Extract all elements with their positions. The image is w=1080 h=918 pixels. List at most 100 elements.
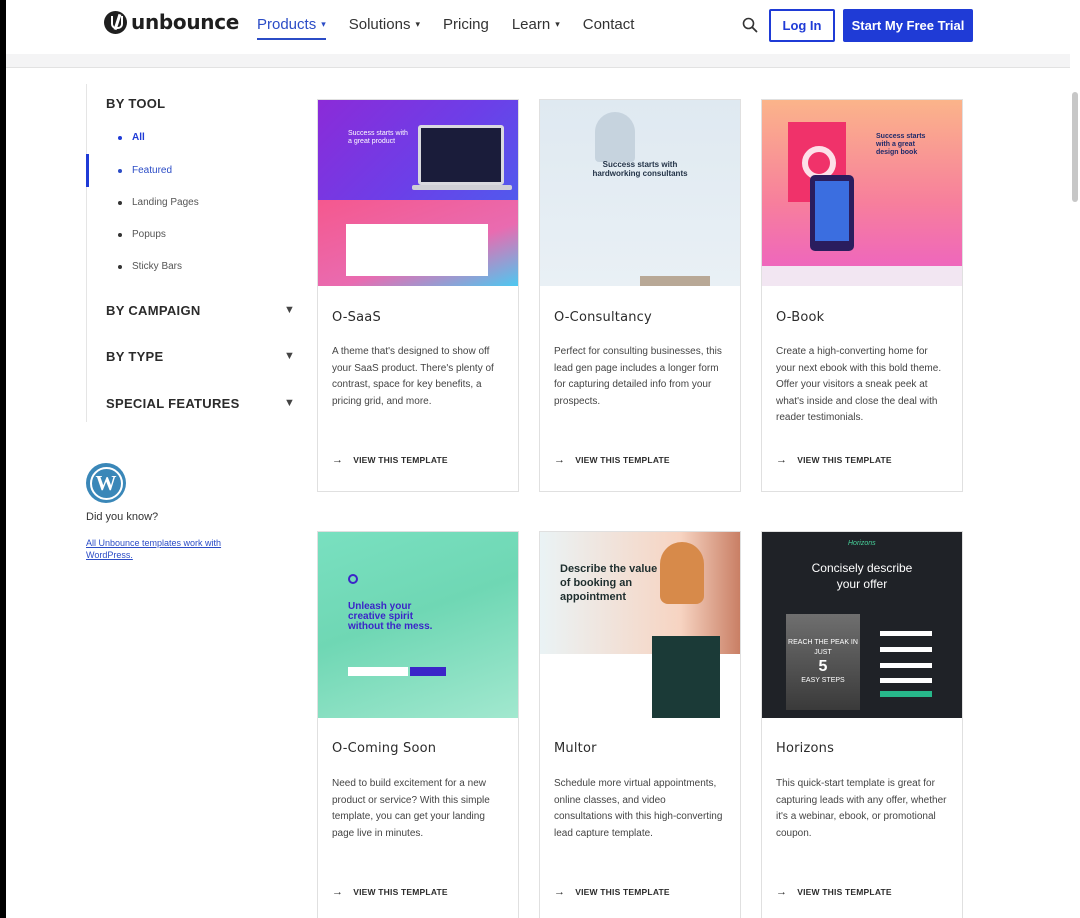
- template-description: Create a high-converting home for your n…: [776, 346, 942, 424]
- thumbnail-brand: Horizons: [848, 540, 876, 547]
- view-template-link[interactable]: → VIEW THIS TEMPLATE: [332, 454, 448, 466]
- thumbnail-headline: Describe the value of booking an appoint…: [560, 563, 658, 603]
- thumbnail-headline: Unleash your creative spirit without the…: [348, 601, 433, 632]
- filter-sidebar: BY TOOL All Featured Landing Pages Popup…: [86, 84, 300, 422]
- view-template-label: VIEW THIS TEMPLATE: [575, 887, 670, 897]
- chevron-down-icon: ▼: [284, 304, 296, 316]
- arrow-right-icon: →: [776, 454, 788, 466]
- template-title: Multor: [554, 741, 597, 756]
- view-template-label: VIEW THIS TEMPLATE: [797, 455, 892, 465]
- bullet-icon: [118, 200, 122, 205]
- view-template-link[interactable]: → VIEW THIS TEMPLATE: [332, 886, 448, 898]
- template-card-o-coming-soon[interactable]: Unleash your creative spirit without the…: [317, 531, 519, 918]
- template-thumbnail[interactable]: Horizons Concisely describe your offer R…: [762, 532, 962, 718]
- laptop-graphic: [418, 125, 504, 185]
- view-template-label: VIEW THIS TEMPLATE: [353, 887, 448, 897]
- chevron-down-icon: ▾: [555, 19, 560, 29]
- view-template-label: VIEW THIS TEMPLATE: [797, 887, 892, 897]
- login-button[interactable]: Log In: [769, 9, 835, 42]
- filter-heading-by-type[interactable]: BY TYPE ▼: [106, 349, 295, 364]
- nav-solutions-label: Solutions: [348, 16, 411, 33]
- template-thumbnail[interactable]: Success starts with a great design book: [762, 100, 962, 286]
- template-card-o-saas[interactable]: Success starts with a great product O-Sa…: [317, 99, 519, 492]
- template-thumbnail[interactable]: Unleash your creative spirit without the…: [318, 532, 518, 718]
- start-free-trial-button[interactable]: Start My Free Trial: [843, 9, 973, 42]
- thumbnail-headline: Success starts with a great design book: [876, 133, 926, 156]
- filter-item-featured[interactable]: Featured: [118, 165, 172, 176]
- filter-item-landing-pages[interactable]: Landing Pages: [118, 197, 199, 208]
- filter-item-popups[interactable]: Popups: [118, 229, 166, 240]
- filter-heading-label: BY TYPE: [106, 349, 164, 364]
- thumbnail-poster: REACH THE PEAK IN JUST 5 EASY STEPS: [786, 614, 860, 710]
- template-title: Horizons: [776, 741, 835, 756]
- template-description: Perfect for consulting businesses, this …: [554, 346, 722, 407]
- site-header: unbounce Products ▾ Solutions ▾ Pricing …: [6, 0, 1070, 54]
- template-thumbnail[interactable]: Describe the value of booking an appoint…: [540, 532, 740, 718]
- nav-contact[interactable]: Contact: [583, 16, 635, 36]
- arrow-right-icon: →: [332, 886, 344, 898]
- nav-products-label: Products: [257, 16, 317, 33]
- template-card-horizons[interactable]: Horizons Concisely describe your offer R…: [761, 531, 963, 918]
- nav-products[interactable]: Products ▾: [257, 16, 326, 40]
- template-description: Need to build excitement for a new produ…: [332, 778, 490, 839]
- template-card-multor[interactable]: Describe the value of booking an appoint…: [539, 531, 741, 918]
- filter-item-label: All: [132, 132, 145, 143]
- search-icon: [742, 17, 758, 33]
- arrow-right-icon: →: [554, 454, 566, 466]
- nav-pricing-label: Pricing: [442, 16, 489, 33]
- active-filter-marker: [86, 154, 89, 187]
- nav-solutions[interactable]: Solutions ▾: [349, 16, 420, 36]
- bullet-icon: [118, 264, 122, 269]
- main-nav: Products ▾ Solutions ▾ Pricing Learn ▾ C…: [257, 16, 657, 40]
- filter-heading-by-campaign[interactable]: BY CAMPAIGN ▼: [106, 303, 295, 318]
- template-card-o-consultancy[interactable]: Success starts with hardworking consulta…: [539, 99, 741, 492]
- filter-heading-special-features[interactable]: SPECIAL FEATURES ▼: [106, 396, 295, 411]
- thumbnail-headline: Success starts with hardworking consulta…: [592, 160, 688, 178]
- arrow-right-icon: →: [332, 454, 344, 466]
- thumbnail-headline: Success starts with a great product: [348, 130, 408, 145]
- scrollbar-thumb[interactable]: [1072, 92, 1078, 202]
- filter-item-label: Sticky Bars: [132, 261, 183, 272]
- filter-heading-label: SPECIAL FEATURES: [106, 396, 240, 411]
- filter-item-label: Popups: [132, 229, 166, 240]
- view-template-link[interactable]: → VIEW THIS TEMPLATE: [776, 454, 892, 466]
- template-thumbnail[interactable]: Success starts with a great product: [318, 100, 518, 286]
- template-title: O-Book: [776, 310, 825, 325]
- view-template-link[interactable]: → VIEW THIS TEMPLATE: [554, 454, 670, 466]
- bullet-icon: [118, 135, 122, 140]
- arrow-right-icon: →: [554, 886, 566, 898]
- chevron-down-icon: ▾: [321, 19, 326, 29]
- template-description: Schedule more virtual appointments, onli…: [554, 778, 723, 839]
- page-scrollbar[interactable]: [1070, 0, 1080, 918]
- filter-heading-label: BY CAMPAIGN: [106, 303, 201, 318]
- template-description: This quick-start template is great for c…: [776, 778, 947, 839]
- nav-learn[interactable]: Learn ▾: [512, 16, 560, 36]
- logo-text: unbounce: [131, 10, 240, 34]
- unbounce-logo[interactable]: unbounce: [104, 10, 239, 34]
- bullet-icon: [118, 168, 122, 173]
- nav-learn-label: Learn: [511, 16, 551, 33]
- nav-pricing[interactable]: Pricing: [443, 16, 489, 36]
- filter-item-label: Featured: [132, 165, 173, 176]
- unbounce-logo-icon: [104, 10, 127, 34]
- view-template-link[interactable]: → VIEW THIS TEMPLATE: [554, 886, 670, 898]
- template-thumbnail[interactable]: Success starts with hardworking consulta…: [540, 100, 740, 286]
- search-button[interactable]: [741, 16, 759, 34]
- thumbnail-headline: Concisely describe your offer: [811, 561, 913, 591]
- template-card-o-book[interactable]: Success starts with a great design book …: [761, 99, 963, 492]
- filter-heading-by-tool: BY TOOL: [106, 96, 166, 111]
- template-title: O-SaaS: [332, 310, 381, 325]
- chevron-down-icon: ▾: [415, 19, 420, 29]
- view-template-label: VIEW THIS TEMPLATE: [575, 455, 670, 465]
- chevron-down-icon: ▼: [284, 397, 296, 409]
- chevron-down-icon: ▼: [284, 350, 296, 362]
- view-template-link[interactable]: → VIEW THIS TEMPLATE: [776, 886, 892, 898]
- filter-item-all[interactable]: All: [118, 132, 145, 143]
- template-title: O-Consultancy: [554, 310, 652, 325]
- wordpress-link[interactable]: All Unbounce templates work with WordPre…: [86, 537, 256, 561]
- wordpress-logo-icon: W: [86, 463, 126, 503]
- filter-item-sticky-bars[interactable]: Sticky Bars: [118, 261, 182, 272]
- filter-item-label: Landing Pages: [132, 197, 199, 208]
- arrow-right-icon: →: [776, 886, 788, 898]
- nav-contact-label: Contact: [582, 16, 635, 33]
